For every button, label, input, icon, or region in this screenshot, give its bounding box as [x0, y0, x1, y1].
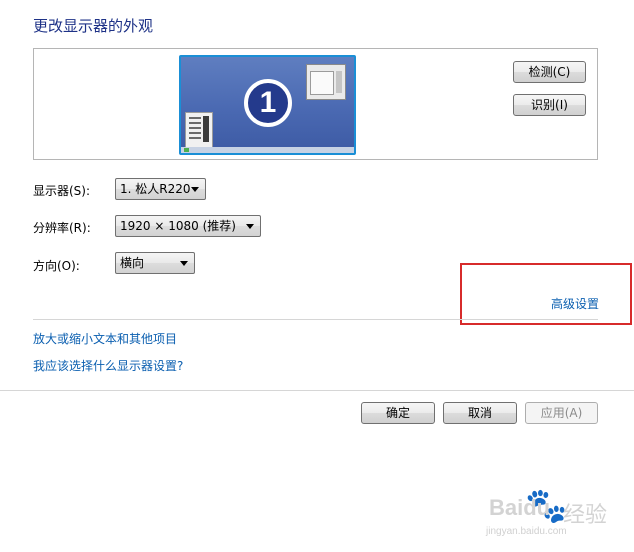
- page-title: 更改显示器的外观: [33, 17, 154, 35]
- watermark-brand: Baidu: [489, 495, 551, 520]
- orientation-select-value: 横向: [120, 256, 145, 270]
- apply-button[interactable]: 应用(A): [525, 402, 598, 424]
- display-settings-help-link[interactable]: 我应该选择什么显示器设置?: [33, 357, 183, 374]
- window-thumbnail-icon: [306, 64, 346, 100]
- resolution-select-value: 1920 × 1080 (推荐): [120, 219, 236, 233]
- orientation-label: 方向(O):: [33, 259, 80, 273]
- watermark-url: jingyan.baidu.com: [486, 526, 567, 537]
- divider: [0, 390, 634, 391]
- chevron-down-icon: [191, 187, 199, 192]
- display-label: 显示器(S):: [33, 184, 91, 198]
- identify-button[interactable]: 识别(I): [513, 94, 586, 116]
- divider: [33, 319, 598, 320]
- watermark-brand-cn: 经验: [563, 503, 608, 528]
- cancel-button[interactable]: 取消: [443, 402, 517, 424]
- sidebar-thumbnail-icon: [185, 112, 213, 148]
- resolution-select[interactable]: 1920 × 1080 (推荐): [115, 215, 261, 237]
- ok-button[interactable]: 确定: [361, 402, 435, 424]
- resolution-label: 分辨率(R):: [33, 221, 91, 235]
- orientation-select[interactable]: 横向: [115, 252, 195, 274]
- detect-button[interactable]: 检测(C): [513, 61, 586, 83]
- display-select[interactable]: 1. 松人R220: [115, 178, 206, 200]
- monitor-1-preview[interactable]: 1: [179, 55, 356, 155]
- highlight-annotation: [460, 263, 632, 325]
- chevron-down-icon: [180, 261, 188, 266]
- taskbar-thumbnail: [181, 147, 354, 153]
- text-size-link[interactable]: 放大或缩小文本和其他项目: [33, 330, 177, 347]
- display-select-value: 1. 松人R220: [120, 182, 191, 196]
- chevron-down-icon: [246, 224, 254, 229]
- monitor-number-badge: 1: [244, 79, 292, 127]
